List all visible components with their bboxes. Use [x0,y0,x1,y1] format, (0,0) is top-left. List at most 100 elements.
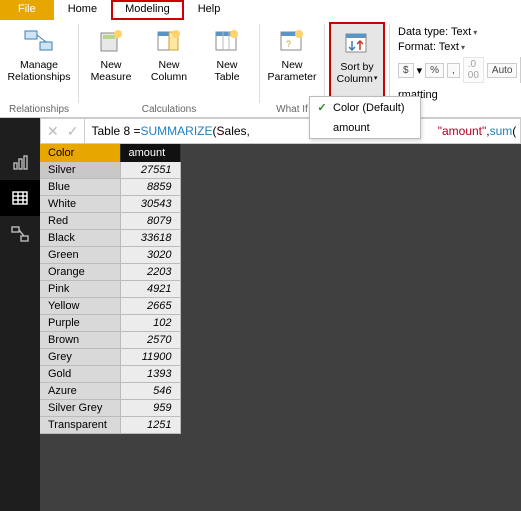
cell-amount[interactable]: 8859 [120,179,180,196]
sort-icon [341,28,373,58]
cell-amount[interactable]: 8079 [120,213,180,230]
new-measure-label: New Measure [91,59,132,83]
column-header-amount[interactable]: amount [120,144,180,162]
cell-color[interactable]: Black [40,230,120,247]
column-header-color[interactable]: Color [40,144,120,162]
cell-amount[interactable]: 102 [120,315,180,332]
cell-color[interactable]: Transparent [40,417,120,434]
check-icon: ✓ [316,101,328,114]
cell-amount[interactable]: 2570 [120,332,180,349]
cell-color[interactable]: White [40,196,120,213]
new-column-label: New Column [151,59,187,83]
column-icon [153,26,185,56]
data-grid-area: Color amount Silver27551Blue8859White305… [40,144,521,511]
auto-button[interactable]: Auto [487,63,518,78]
table-row[interactable]: Blue8859 [40,179,180,196]
dropdown-item-amount[interactable]: amount [310,118,420,138]
report-view-button[interactable] [0,144,40,180]
table-row[interactable]: Orange2203 [40,264,180,281]
cell-amount[interactable]: 3020 [120,247,180,264]
table-row[interactable]: White30543 [40,196,180,213]
cell-color[interactable]: Silver [40,162,120,179]
menu-help[interactable]: Help [184,0,235,20]
data-table: Color amount Silver27551Blue8859White305… [40,144,181,434]
new-parameter-button[interactable]: ? New Parameter [264,22,320,103]
dropdown-item-label: Color (Default) [333,102,405,114]
cell-color[interactable]: Red [40,213,120,230]
cell-amount[interactable]: 4921 [120,281,180,298]
cell-amount[interactable]: 1393 [120,366,180,383]
format-label: Format: [398,41,439,53]
cell-amount[interactable]: 1251 [120,417,180,434]
cell-amount[interactable]: 33618 [120,230,180,247]
table-row[interactable]: Black33618 [40,230,180,247]
group-calculations: Calculations [83,103,255,117]
decimals-stepper[interactable]: .000 [463,57,484,83]
formula-bar: ✕ ✓ Table 8 = SUMMARIZE(Sales, "amount",… [0,118,521,144]
cell-color[interactable]: Green [40,247,120,264]
cell-color[interactable]: Orange [40,264,120,281]
sort-by-column-label: Sort by Column▾ [337,61,378,85]
model-view-button[interactable] [0,216,40,252]
new-measure-button[interactable]: New Measure [83,22,139,103]
dropdown-item-color-default[interactable]: ✓ Color (Default) [310,97,420,118]
cell-amount[interactable]: 2665 [120,298,180,315]
cell-color[interactable]: Azure [40,383,120,400]
view-switcher [0,144,40,511]
cancel-formula-icon[interactable]: ✕ [47,123,59,140]
cell-color[interactable]: Gold [40,366,120,383]
table-row[interactable]: Purple102 [40,315,180,332]
cell-amount[interactable]: 959 [120,400,180,417]
cell-amount[interactable]: 546 [120,383,180,400]
commit-formula-icon[interactable]: ✓ [67,123,79,140]
manage-relationships-button[interactable]: Manage Relationships [4,22,74,103]
new-column-button[interactable]: New Column [141,22,197,103]
manage-relationships-label: Manage Relationships [7,59,70,83]
menu-bar: File Home Modeling Help [0,0,521,20]
ribbon: Manage Relationships Relationships New M… [0,20,521,118]
cell-color[interactable]: Pink [40,281,120,298]
table-row[interactable]: Grey11900 [40,349,180,366]
percent-button[interactable]: % [425,63,444,78]
datatype-value[interactable]: Text [451,26,471,38]
data-view-button[interactable] [0,180,40,216]
cell-color[interactable]: Silver Grey [40,400,120,417]
sort-by-column-dropdown: ✓ Color (Default) amount [309,96,421,139]
menu-home[interactable]: Home [54,0,111,20]
cell-color[interactable]: Grey [40,349,120,366]
format-value[interactable]: Text [439,41,459,53]
table-row[interactable]: Gold1393 [40,366,180,383]
table-row[interactable]: Silver Grey959 [40,400,180,417]
table-row[interactable]: Green3020 [40,247,180,264]
parameter-icon: ? [276,26,308,56]
table-icon [211,26,243,56]
table-row[interactable]: Transparent1251 [40,417,180,434]
thousands-button[interactable]: , [447,63,460,78]
formula-input[interactable]: Table 8 = SUMMARIZE(Sales, "amount", sum… [85,118,521,144]
group-relationships: Relationships [4,103,74,117]
relationships-icon [23,26,55,56]
cell-color[interactable]: Blue [40,179,120,196]
menu-modeling[interactable]: Modeling [111,0,184,20]
currency-button[interactable]: $ [398,63,414,78]
cell-color[interactable]: Purple [40,315,120,332]
cell-color[interactable]: Brown [40,332,120,349]
cell-amount[interactable]: 2203 [120,264,180,281]
menu-file[interactable]: File [0,0,54,20]
table-row[interactable]: Yellow2665 [40,298,180,315]
sort-by-column-button[interactable]: Sort by Column▾ [329,22,385,103]
table-row[interactable]: Pink4921 [40,281,180,298]
svg-text:?: ? [286,39,291,49]
cell-amount[interactable]: 11900 [120,349,180,366]
dropdown-item-label: amount [333,122,370,134]
cell-amount[interactable]: 30543 [120,196,180,213]
table-row[interactable]: Brown2570 [40,332,180,349]
new-table-button[interactable]: New Table [199,22,255,103]
cell-color[interactable]: Yellow [40,298,120,315]
measure-icon [95,26,127,56]
cell-amount[interactable]: 27551 [120,162,180,179]
table-row[interactable]: Azure546 [40,383,180,400]
table-row[interactable]: Red8079 [40,213,180,230]
new-table-label: New Table [214,59,239,83]
table-row[interactable]: Silver27551 [40,162,180,179]
